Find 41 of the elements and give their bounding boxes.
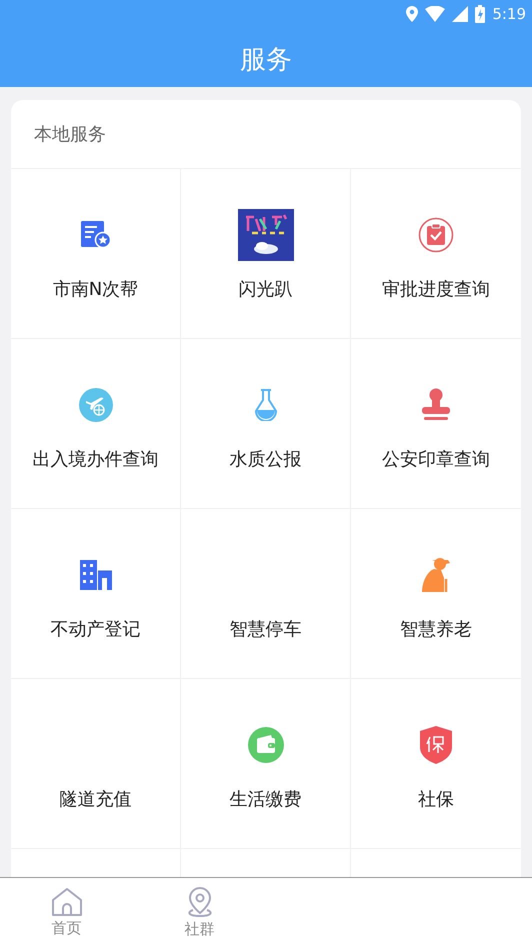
service-label: 不动产登记 [50, 618, 140, 641]
service-label: 审批进度查询 [382, 278, 490, 301]
home-icon [50, 886, 82, 916]
plane-globe-icon [78, 388, 112, 422]
service-tile[interactable]: 生活缴费 [181, 679, 351, 849]
service-label: 闪光趴 [238, 278, 292, 301]
service-tile[interactable]: 不动产登记 [11, 509, 181, 679]
page-title: 服务 [240, 44, 292, 77]
service-label: 隧道充值 [60, 788, 132, 811]
service-tile[interactable]: 审批进度查询 [351, 169, 521, 339]
status-time: 5:19 [492, 5, 526, 23]
signal-icon [452, 6, 468, 22]
service-tile[interactable]: 市南N次帮 [11, 169, 181, 339]
service-label: 市南N次帮 [52, 278, 138, 301]
clipboard-check-icon [418, 217, 454, 253]
flask-icon [254, 389, 278, 421]
elderly-person-icon [420, 557, 452, 593]
document-star-icon [80, 221, 110, 249]
battery-icon [475, 5, 486, 23]
service-tile[interactable]: 出入境办件查询 [11, 339, 181, 509]
service-label: 社保 [418, 788, 454, 811]
wallet-icon [248, 727, 284, 763]
service-label: 水质公报 [230, 448, 302, 471]
service-tile[interactable]: 隧道充值 [11, 679, 181, 849]
service-label: 智慧停车 [230, 618, 302, 641]
shield-icon [420, 726, 452, 764]
service-tile[interactable]: 智慧养老 [351, 509, 521, 679]
service-label: 生活缴费 [230, 788, 302, 811]
section-title: 本地服务 [34, 123, 106, 146]
service-tile[interactable]: 公安印章查询 [351, 339, 521, 509]
service-tile[interactable]: 智慧停车 [181, 509, 351, 679]
location-icon [406, 6, 418, 22]
stamp-icon [421, 388, 451, 422]
service-label: 智慧养老 [400, 618, 472, 641]
service-tile[interactable]: 社保 [351, 679, 521, 849]
service-label: 出入境办件查询 [32, 448, 158, 471]
service-tile[interactable]: 水质公报 [181, 339, 351, 509]
buildings-icon [80, 560, 112, 590]
service-tile[interactable]: 闪光趴 [181, 169, 351, 339]
service-label: 公安印章查询 [382, 448, 490, 471]
wifi-icon [425, 6, 446, 22]
